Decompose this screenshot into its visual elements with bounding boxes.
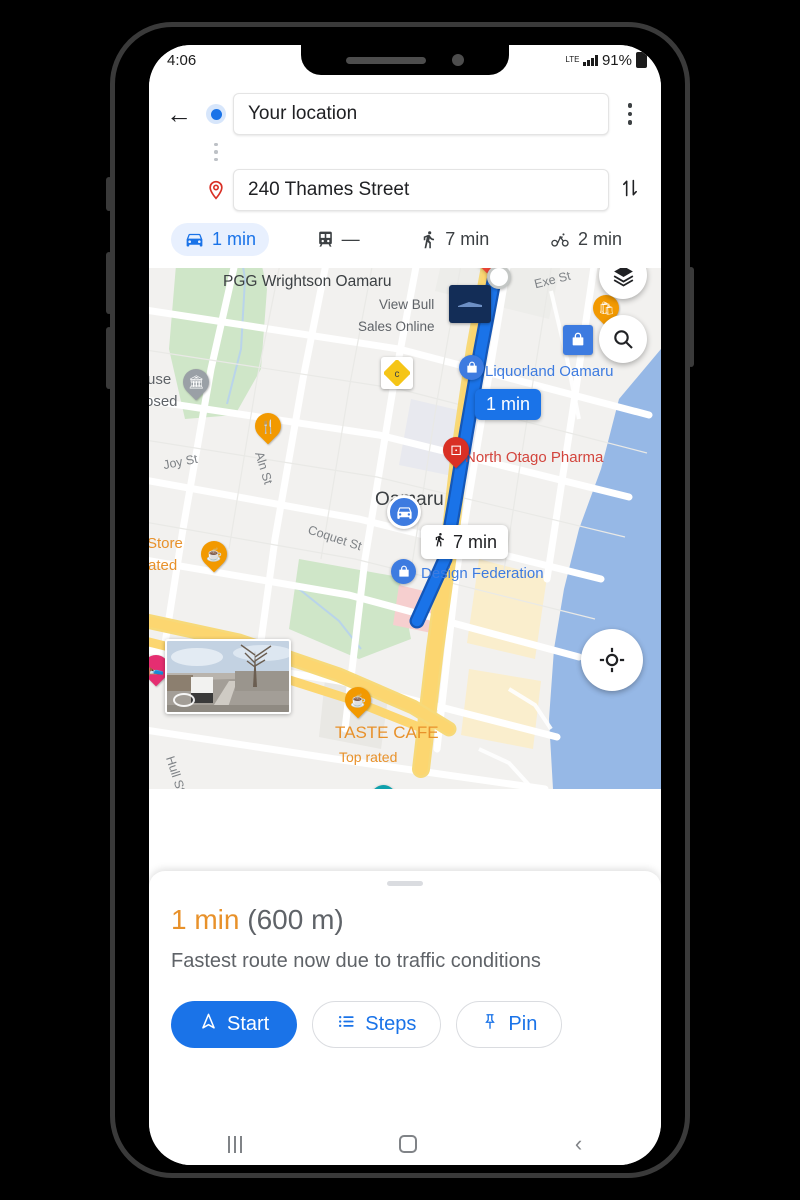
car-icon xyxy=(184,229,205,250)
pin-button[interactable]: Pin xyxy=(456,1001,563,1049)
destination-value: 240 Thames Street xyxy=(248,179,410,200)
travel-mode-driving[interactable]: 1 min xyxy=(171,223,270,256)
sheet-drag-handle[interactable] xyxy=(387,881,423,886)
map-canvas[interactable]: n St PGG Wrightson Oamaru View Bull Sale… xyxy=(149,229,661,789)
back-chevron-icon[interactable]: ‹ xyxy=(575,1133,582,1155)
phone-screen: n St PGG Wrightson Oamaru View Bull Sale… xyxy=(149,45,661,1165)
travel-mode-walking-label: 7 min xyxy=(445,229,490,249)
destination-pin-icon xyxy=(199,178,233,202)
route-details-sheet[interactable]: 1 min (600 m) Fastest route now due to t… xyxy=(149,871,661,1123)
travel-mode-cycling[interactable]: 2 min xyxy=(536,223,635,256)
route-connector-dots xyxy=(199,139,233,165)
swap-vertical-icon[interactable] xyxy=(609,176,651,204)
travel-mode-driving-label: 1 min xyxy=(212,229,257,249)
bicycle-icon xyxy=(549,230,571,249)
route-vehicle-marker[interactable] xyxy=(387,495,421,529)
more-vert-icon[interactable] xyxy=(609,103,651,125)
business-logo-tile-pgg[interactable] xyxy=(449,285,491,323)
street-view-thumbnail[interactable] xyxy=(165,639,291,714)
route-note: Fastest route now due to traffic conditi… xyxy=(171,950,541,972)
route-eta: 1 min (600 m) xyxy=(171,904,639,936)
origin-value: Your location xyxy=(248,103,358,124)
display-notch xyxy=(301,45,509,75)
list-icon xyxy=(337,1012,356,1037)
steps-button-label: Steps xyxy=(365,1013,417,1036)
start-button-label: Start xyxy=(227,1013,270,1036)
walk-icon xyxy=(419,229,438,250)
route-origin-endpoint[interactable] xyxy=(487,265,511,289)
route-eta-distance: (600 m) xyxy=(247,904,344,935)
pin-button-label: Pin xyxy=(508,1013,538,1036)
map-poi-pharmacy[interactable]: North Otago Pharma xyxy=(465,449,603,466)
volume-up-button[interactable] xyxy=(106,252,112,314)
travel-mode-cycling-label: 2 min xyxy=(577,229,622,249)
route-badge-driving[interactable]: 1 min xyxy=(475,389,542,420)
route-badge-driving-label: 1 min xyxy=(486,394,531,414)
walk-icon xyxy=(432,530,447,554)
silent-switch[interactable] xyxy=(106,177,112,211)
map-poi-museum-sub: osed xyxy=(149,393,178,410)
map-poi-store-name[interactable]: Store xyxy=(149,535,183,552)
origin-dot-icon xyxy=(199,104,233,124)
origin-input[interactable]: Your location xyxy=(233,93,609,135)
destination-row: 240 Thames Street xyxy=(159,165,651,215)
map-poi-museum-name[interactable]: use xyxy=(149,371,171,388)
android-navigation-bar: ‹ xyxy=(149,1123,661,1165)
travel-mode-transit[interactable]: — xyxy=(303,223,373,256)
map-search-button[interactable] xyxy=(599,315,647,363)
volume-down-button[interactable] xyxy=(106,327,112,389)
steps-button[interactable]: Steps xyxy=(312,1001,442,1049)
directions-search-header: ← Your location 240 Thames Street 1 min … xyxy=(149,45,661,268)
map-poi-cafe-name[interactable]: TASTE CAFE xyxy=(335,723,439,743)
back-arrow-icon[interactable]: ← xyxy=(159,101,199,127)
signal-bars-icon xyxy=(583,54,598,66)
route-badge-walking[interactable]: 7 min xyxy=(421,525,509,559)
network-type-icon: LTE xyxy=(565,55,580,64)
recenter-location-button[interactable] xyxy=(581,629,643,691)
business-logo-tile-shop[interactable] xyxy=(563,325,593,355)
phone-frame: n St PGG Wrightson Oamaru View Bull Sale… xyxy=(106,22,694,1178)
map-poi-store-sub: rated xyxy=(149,557,178,574)
recents-icon[interactable] xyxy=(227,1135,242,1153)
navigation-arrow-icon xyxy=(199,1012,218,1037)
map-poi-design-federation[interactable]: Design Federation xyxy=(421,565,544,582)
pegman-rotate-icon[interactable] xyxy=(173,693,195,707)
front-camera-icon xyxy=(452,54,464,66)
map-poi-liquorland[interactable]: Liquorland Oamaru xyxy=(485,363,613,380)
route-action-buttons: Start Steps Pin xyxy=(171,1001,639,1049)
map-pin-design-federation[interactable] xyxy=(391,559,416,584)
origin-row: ← Your location xyxy=(159,89,651,139)
power-button[interactable] xyxy=(688,267,694,367)
map-pin-liquorland[interactable] xyxy=(459,355,484,380)
pin-icon xyxy=(481,1012,499,1037)
business-logo-tile-c[interactable]: c xyxy=(381,357,413,389)
status-bar-clock: 4:06 xyxy=(167,51,197,69)
train-icon xyxy=(316,230,335,249)
route-eta-time: 1 min xyxy=(171,904,240,935)
svg-text:c: c xyxy=(395,369,400,380)
battery-icon xyxy=(636,52,647,68)
map-poi-pgg-sub2: Sales Online xyxy=(358,319,435,334)
map-poi-cafe-sub: Top rated xyxy=(339,749,398,765)
battery-percent-label: 91% xyxy=(601,51,632,69)
destination-input[interactable]: 240 Thames Street xyxy=(233,169,609,211)
start-navigation-button[interactable]: Start xyxy=(171,1001,298,1049)
travel-mode-tabs: 1 min — 7 min 2 min xyxy=(159,215,651,268)
map-poi-pgg-sub1: View Bull xyxy=(379,297,435,312)
travel-mode-transit-label: — xyxy=(341,229,360,249)
travel-mode-walking[interactable]: 7 min xyxy=(406,223,502,256)
earpiece-speaker xyxy=(346,56,426,64)
map-poi-pgg-name[interactable]: PGG Wrightson Oamaru xyxy=(223,273,392,291)
route-badge-walking-label: 7 min xyxy=(453,531,498,552)
home-square-icon[interactable] xyxy=(399,1135,418,1153)
